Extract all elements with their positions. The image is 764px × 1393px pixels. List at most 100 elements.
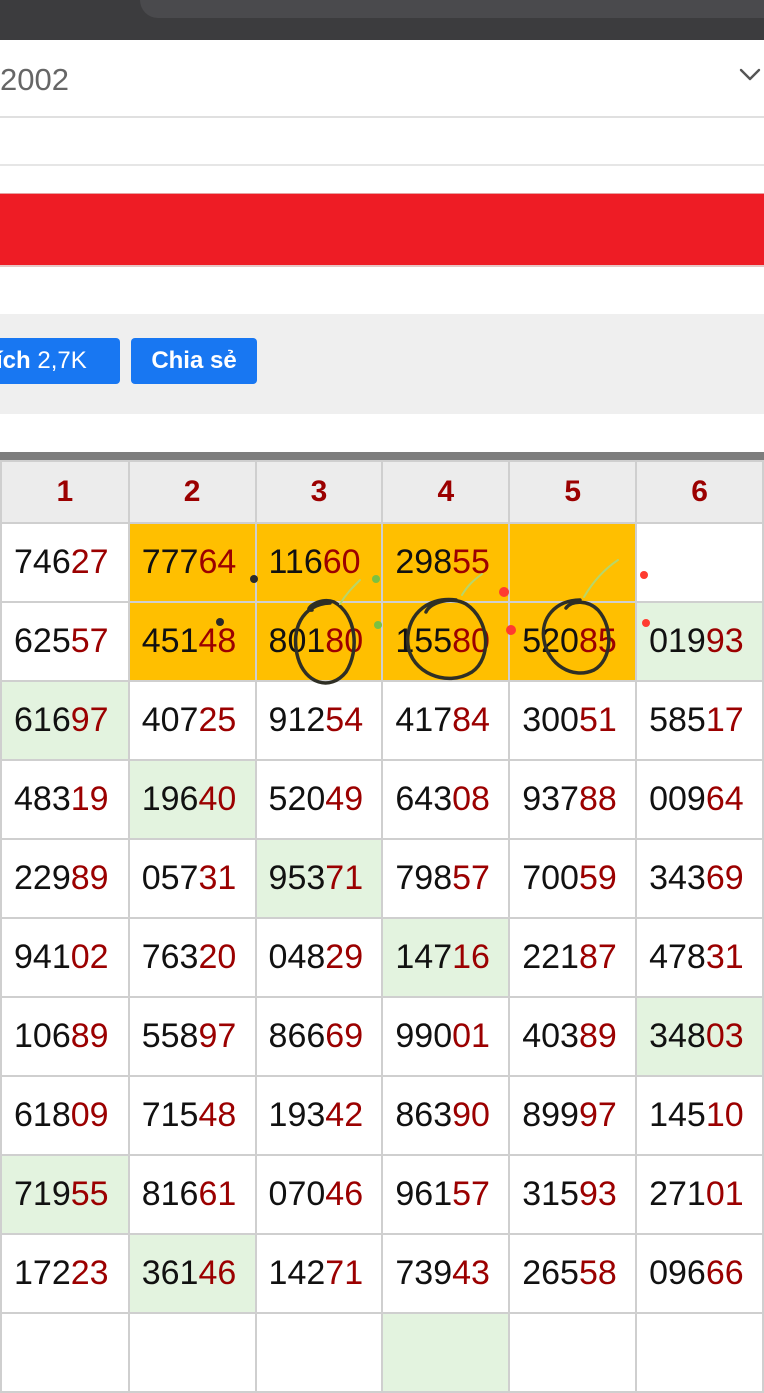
result-cell	[127, 1312, 257, 1393]
like-button[interactable]: ích 2,7K	[0, 338, 120, 384]
cell-lead-digits: 348	[649, 1017, 706, 1055]
like-label: ích	[0, 347, 31, 374]
result-cell: 14510	[635, 1075, 764, 1156]
cell-lead-digits: 196	[141, 780, 199, 818]
cell-lead-digits: 520	[268, 780, 326, 818]
cell-tail-digits: 25	[198, 701, 237, 739]
result-cell: 11660	[254, 522, 384, 603]
result-cell: 95371	[254, 838, 384, 919]
cell-lead-digits: 941	[14, 938, 71, 976]
cell-tail-digits: 29	[325, 938, 364, 976]
table-row: 71955 81661 07046 96157 31593 27101	[0, 1154, 764, 1235]
cell-tail-digits: 58	[578, 1254, 617, 1292]
table-row: 74627 77764 11660 29855	[0, 522, 764, 603]
result-cell: 15580	[381, 601, 511, 682]
input-bar[interactable]	[0, 118, 764, 166]
result-cell: 40725	[127, 680, 257, 761]
result-cell: 91254	[254, 680, 384, 761]
table-row: 61809 71548 19342 86390 89997 14510	[0, 1075, 764, 1156]
cell-lead-digits: 953	[268, 859, 326, 897]
result-cell	[635, 1312, 764, 1393]
result-cell: 64308	[381, 759, 511, 840]
cell-tail-digits: 71	[325, 859, 364, 897]
result-cell	[508, 1312, 638, 1393]
result-cell: 99001	[381, 996, 511, 1077]
cell-tail-digits: 89	[70, 1017, 109, 1055]
table-row: 10689 55897 86669 99001 40389 34803	[0, 996, 764, 1077]
cell-lead-digits: 057	[141, 859, 199, 897]
cell-tail-digits: 31	[705, 938, 744, 976]
cell-lead-digits: 221	[522, 938, 579, 976]
result-cell: 70059	[508, 838, 638, 919]
cell-tail-digits: 48	[198, 1096, 237, 1134]
table-row: 61697 40725 91254 41784 30051 58517	[0, 680, 764, 761]
cell-tail-digits: 93	[578, 1175, 617, 1213]
cell-tail-digits: 46	[325, 1175, 364, 1213]
cell-lead-digits: 990	[395, 1017, 453, 1055]
cell-tail-digits: 80	[452, 622, 490, 660]
result-cell: 14716	[381, 917, 511, 998]
result-cell: 22187	[508, 917, 638, 998]
cell-lead-digits: 116	[268, 543, 323, 581]
cell-lead-digits: 451	[141, 622, 199, 660]
column-header-4: 4	[381, 460, 511, 524]
result-cell: 41784	[381, 680, 511, 761]
cell-lead-digits: 746	[14, 543, 71, 581]
cell-lead-digits: 361	[141, 1254, 199, 1292]
year-select[interactable]: 2002	[0, 40, 764, 118]
cell-tail-digits: 66	[705, 1254, 744, 1292]
cell-lead-digits: 478	[649, 938, 706, 976]
cell-tail-digits: 08	[452, 780, 490, 818]
cell-tail-digits: 61	[198, 1175, 237, 1213]
result-cell: 71548	[127, 1075, 257, 1156]
cell-tail-digits: 23	[70, 1254, 109, 1292]
result-cell: 86390	[381, 1075, 511, 1156]
cell-lead-digits: 801	[268, 622, 326, 660]
result-cell: 93788	[508, 759, 638, 840]
table-row	[0, 1312, 764, 1393]
cell-tail-digits: 57	[70, 622, 109, 660]
social-bar: ích 2,7K Chia sẻ	[0, 314, 764, 414]
result-cell: 62557	[0, 601, 130, 682]
cell-tail-digits: 69	[325, 1017, 364, 1055]
cell-lead-digits: 048	[268, 938, 326, 976]
cell-tail-digits: 55	[452, 543, 490, 581]
cell-lead-digits: 520	[522, 622, 579, 660]
result-cell: 31593	[508, 1154, 638, 1235]
cell-tail-digits: 27	[70, 543, 109, 581]
result-cell: 17223	[0, 1233, 130, 1314]
result-cell	[0, 1312, 130, 1393]
cell-tail-digits: 09	[70, 1096, 109, 1134]
browser-top-bar	[0, 0, 764, 40]
cell-tail-digits: 42	[325, 1096, 364, 1134]
table-row: 22989 05731 95371 79857 70059 34369	[0, 838, 764, 919]
cell-lead-digits: 403	[522, 1017, 579, 1055]
result-cell: 61809	[0, 1075, 130, 1156]
cell-lead-digits: 739	[395, 1254, 453, 1292]
chevron-down-icon[interactable]	[738, 62, 762, 86]
cell-tail-digits: 03	[705, 1017, 744, 1055]
result-cell: 07046	[254, 1154, 384, 1235]
table-row: 94102 76320 04829 14716 22187 47831	[0, 917, 764, 998]
result-cell: 55897	[127, 996, 257, 1077]
cell-lead-digits: 558	[141, 1017, 199, 1055]
cell-lead-digits: 229	[14, 859, 71, 897]
cell-lead-digits: 937	[522, 780, 579, 818]
share-button[interactable]: Chia sẻ	[131, 338, 257, 384]
result-cell: 45148	[127, 601, 257, 682]
column-header-2: 2	[127, 460, 257, 524]
cell-tail-digits: 54	[325, 701, 364, 739]
red-submit-bar[interactable]	[0, 193, 764, 267]
result-cell: 96157	[381, 1154, 511, 1235]
cell-lead-digits: 106	[14, 1017, 71, 1055]
result-cell: 29855	[381, 522, 511, 603]
result-cell: 09666	[635, 1233, 764, 1314]
cell-lead-digits: 700	[522, 859, 579, 897]
result-cell: 05731	[127, 838, 257, 919]
result-cell: 71955	[0, 1154, 130, 1235]
like-count: 2,7K	[37, 347, 87, 374]
cell-tail-digits: 64	[705, 780, 744, 818]
cell-lead-digits: 155	[395, 622, 453, 660]
cell-tail-digits: 89	[70, 859, 109, 897]
results-grid: 123456 74627 77764 11660 29855 62557 45148 801…	[0, 460, 764, 1393]
